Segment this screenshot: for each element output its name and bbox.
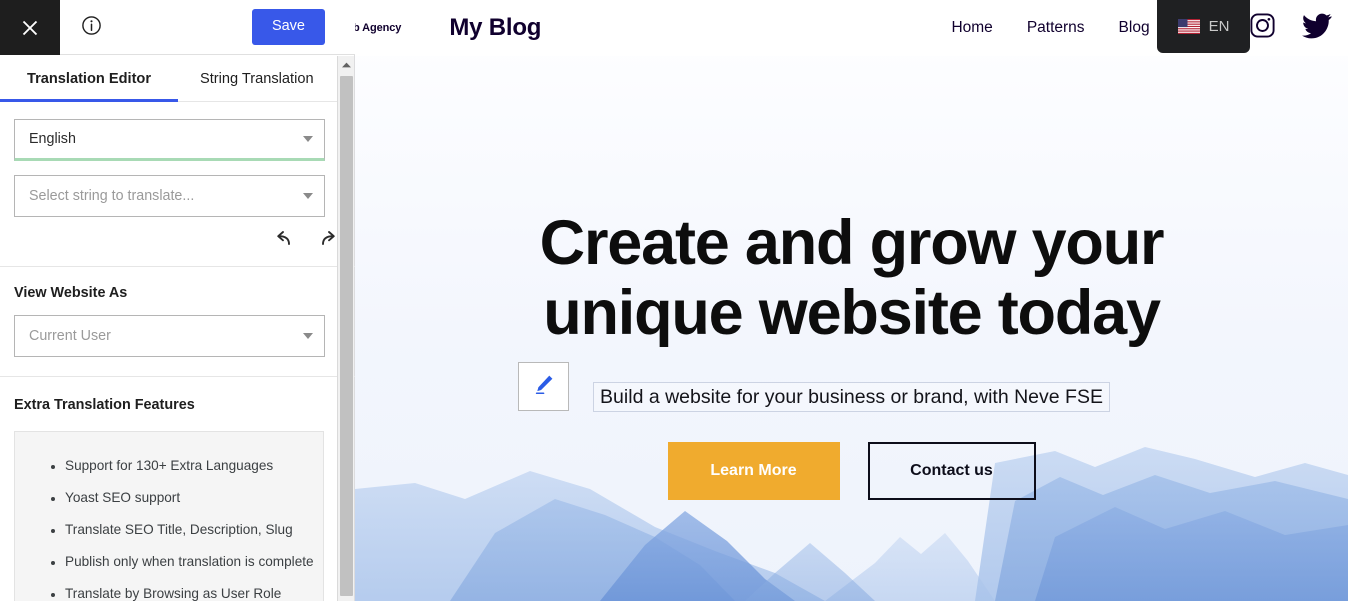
user-role-select[interactable]: Current User: [14, 315, 325, 357]
twitter-icon: [1302, 13, 1332, 44]
learn-more-button[interactable]: Learn More: [667, 442, 840, 501]
hero-heading: Create and grow your unique website toda…: [355, 208, 1348, 348]
sidebar-topbar: Save: [0, 0, 355, 55]
language-select-value: English: [29, 131, 76, 147]
pencil-edit-icon: [532, 372, 556, 401]
edit-subtitle-button[interactable]: [518, 362, 569, 411]
hero-section: Create and grow your unique website toda…: [355, 208, 1348, 501]
tab-string-translation-label: String Translation: [200, 70, 314, 87]
list-item: Translate by Browsing as User Role: [15, 586, 323, 601]
extra-features-list: Support for 130+ Extra Languages Yoast S…: [15, 458, 323, 601]
site-title: My Blog: [449, 14, 542, 41]
site-header: eb Agency My Blog Home Patterns Blog Con…: [355, 0, 1348, 56]
sidebar-scrollbar[interactable]: [337, 56, 354, 601]
tab-translation-editor[interactable]: Translation Editor: [0, 55, 178, 102]
nav-link-blog[interactable]: Blog: [1119, 19, 1150, 37]
tab-translation-editor-label: Translation Editor: [26, 70, 152, 87]
chevron-down-icon: [303, 136, 313, 142]
scrollbar-thumb[interactable]: [340, 76, 353, 596]
list-item: Support for 130+ Extra Languages: [15, 458, 323, 475]
instagram-icon: [1249, 12, 1276, 44]
user-role-select-value: Current User: [29, 328, 111, 344]
sidebar-body: English Select string to translate... Vi…: [0, 102, 355, 601]
scroll-up-arrow-icon: [341, 56, 352, 74]
list-item: Publish only when translation is complet…: [15, 554, 323, 571]
chevron-down-icon: [303, 193, 313, 199]
us-flag-icon: [1177, 19, 1200, 34]
app-root: Save Translation Editor String Translati…: [0, 0, 1348, 601]
nav-link-patterns[interactable]: Patterns: [1027, 19, 1085, 37]
view-website-as-section: View Website As Current User: [0, 267, 355, 377]
hero-subtitle[interactable]: Build a website for your business or bra…: [593, 382, 1110, 413]
instagram-link[interactable]: [1249, 12, 1276, 44]
tab-string-translation[interactable]: String Translation: [178, 55, 336, 102]
language-select-wrap: English: [14, 119, 341, 161]
translation-sidebar: Save Translation Editor String Translati…: [0, 0, 355, 601]
info-button[interactable]: [60, 0, 122, 55]
site-logo-text: eb Agency: [355, 22, 402, 34]
save-button[interactable]: Save: [251, 9, 325, 45]
info-circle-icon: [81, 15, 102, 41]
website-preview: eb Agency My Blog Home Patterns Blog Con…: [355, 0, 1348, 601]
hero-heading-line1: Create and grow your: [539, 208, 1165, 278]
redo-button[interactable]: [317, 230, 339, 252]
redo-arrow-icon: [317, 230, 339, 253]
chevron-down-icon: [303, 333, 313, 339]
list-item: Translate SEO Title, Description, Slug: [15, 522, 323, 539]
language-badge-label: EN: [1208, 18, 1230, 35]
hero-cta-row: Learn More Contact us: [355, 442, 1348, 501]
extra-features-section: Extra Translation Features Support for 1…: [0, 377, 355, 601]
string-select[interactable]: Select string to translate...: [14, 175, 325, 217]
undo-arrow-icon: [273, 230, 295, 253]
extra-features-title: Extra Translation Features: [14, 397, 195, 413]
view-website-as-title: View Website As: [14, 285, 128, 301]
user-role-select-wrap: Current User: [14, 315, 341, 357]
sidebar-tabs: Translation Editor String Translation: [0, 55, 354, 102]
contact-us-button[interactable]: Contact us: [867, 442, 1036, 501]
hero-subtitle-row: Build a website for your business or bra…: [355, 362, 1348, 413]
language-select[interactable]: English: [14, 119, 325, 161]
close-icon: [20, 18, 40, 38]
string-select-wrap: Select string to translate...: [14, 175, 341, 217]
extra-features-panel: Support for 130+ Extra Languages Yoast S…: [14, 431, 324, 601]
twitter-link[interactable]: [1302, 13, 1332, 44]
close-button[interactable]: [0, 0, 60, 55]
history-controls: [14, 217, 339, 266]
string-select-placeholder: Select string to translate...: [29, 188, 195, 204]
list-item: Yoast SEO support: [15, 490, 323, 507]
nav-link-home[interactable]: Home: [951, 19, 992, 37]
social-links: [1249, 12, 1348, 44]
scrollbar-up-button[interactable]: [338, 56, 355, 73]
undo-button[interactable]: [273, 230, 295, 252]
hero-heading-line2: unique website today: [543, 278, 1161, 348]
translation-controls-section: English Select string to translate...: [0, 102, 355, 267]
language-switcher-badge[interactable]: EN: [1157, 0, 1250, 53]
